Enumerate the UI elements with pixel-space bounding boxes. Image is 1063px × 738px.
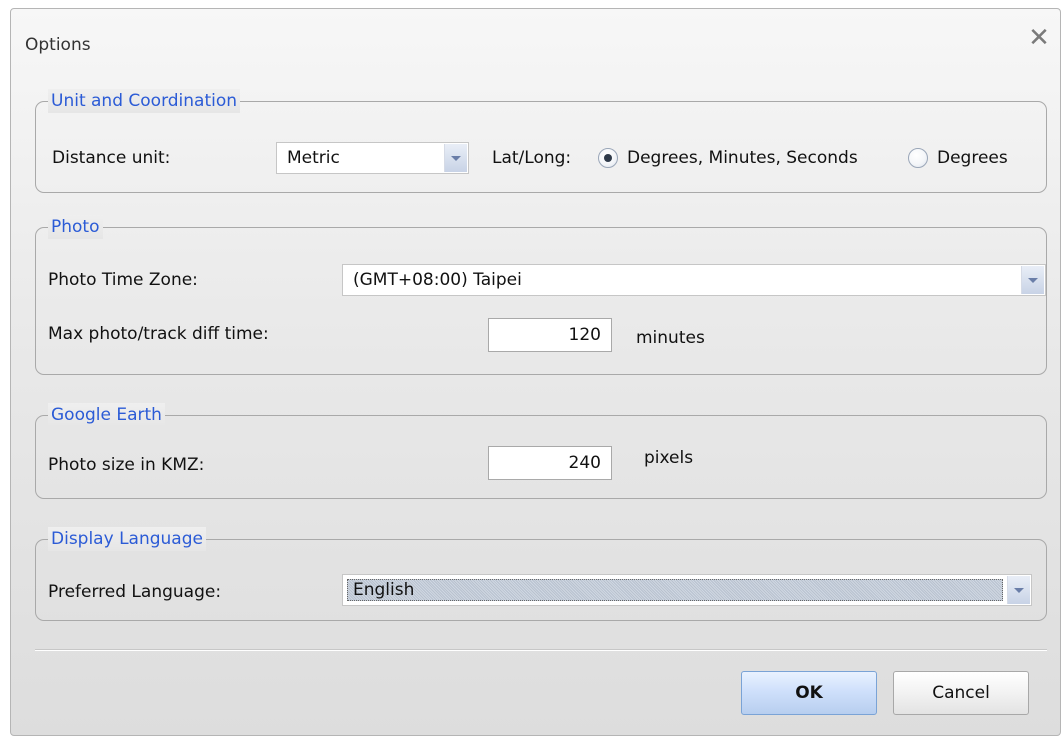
- preferred-language-value: English: [353, 580, 415, 600]
- distance-unit-select[interactable]: Metric: [276, 142, 469, 174]
- photo-group: Photo Photo Time Zone: (GMT+08:00) Taipe…: [35, 215, 1047, 375]
- preferred-language-select[interactable]: English: [342, 574, 1032, 606]
- distance-unit-dropdown-button[interactable]: [444, 144, 467, 172]
- radio-label-dms: Degrees, Minutes, Seconds: [627, 148, 858, 168]
- radio-degrees-minutes-seconds[interactable]: [598, 148, 618, 168]
- photo-group-title: Photo: [48, 215, 103, 239]
- footer-separator: [35, 649, 1047, 651]
- ok-button[interactable]: OK: [741, 671, 877, 715]
- photo-time-zone-value: (GMT+08:00) Taipei: [353, 270, 522, 290]
- unit-coordination-group-title: Unit and Coordination: [48, 89, 241, 113]
- dialog-title: Options: [25, 35, 91, 55]
- radio-degrees[interactable]: [908, 148, 928, 168]
- google-earth-group-title: Google Earth: [48, 403, 165, 427]
- photo-size-kmz-label: Photo size in KMZ:: [48, 455, 205, 475]
- photo-size-kmz-input[interactable]: 240: [488, 446, 612, 480]
- photo-time-zone-dropdown-button[interactable]: [1021, 266, 1044, 294]
- photo-time-zone-label: Photo Time Zone:: [48, 270, 198, 290]
- chevron-down-icon: [1014, 587, 1024, 593]
- distance-unit-label: Distance unit:: [52, 148, 171, 168]
- preferred-language-dropdown-button[interactable]: [1007, 576, 1030, 604]
- cancel-button[interactable]: Cancel: [893, 671, 1029, 715]
- preferred-language-label: Preferred Language:: [48, 582, 222, 602]
- latlong-label: Lat/Long:: [492, 148, 572, 168]
- options-dialog: Options ✕ Unit and Coordination Distance…: [10, 8, 1061, 736]
- google-earth-group: Google Earth Photo size in KMZ: 240 pixe…: [35, 403, 1047, 499]
- max-diff-time-input[interactable]: 120: [488, 318, 612, 352]
- unit-coordination-group: Unit and Coordination Distance unit: Met…: [35, 89, 1047, 193]
- close-icon[interactable]: ✕: [1024, 23, 1054, 53]
- radio-selected-dot: [604, 154, 612, 162]
- chevron-down-icon: [1028, 277, 1038, 283]
- display-language-group: Display Language Preferred Language: Eng…: [35, 527, 1047, 621]
- max-diff-time-label: Max photo/track diff time:: [48, 324, 269, 344]
- chevron-down-icon: [451, 155, 461, 161]
- max-diff-time-unit: minutes: [636, 328, 705, 348]
- photo-size-kmz-unit: pixels: [644, 448, 694, 468]
- photo-time-zone-select[interactable]: (GMT+08:00) Taipei: [342, 264, 1046, 296]
- distance-unit-value: Metric: [287, 148, 340, 168]
- preferred-language-focus-highlight: [347, 579, 1003, 601]
- display-language-group-title: Display Language: [48, 527, 206, 551]
- radio-label-degrees: Degrees: [937, 148, 1008, 168]
